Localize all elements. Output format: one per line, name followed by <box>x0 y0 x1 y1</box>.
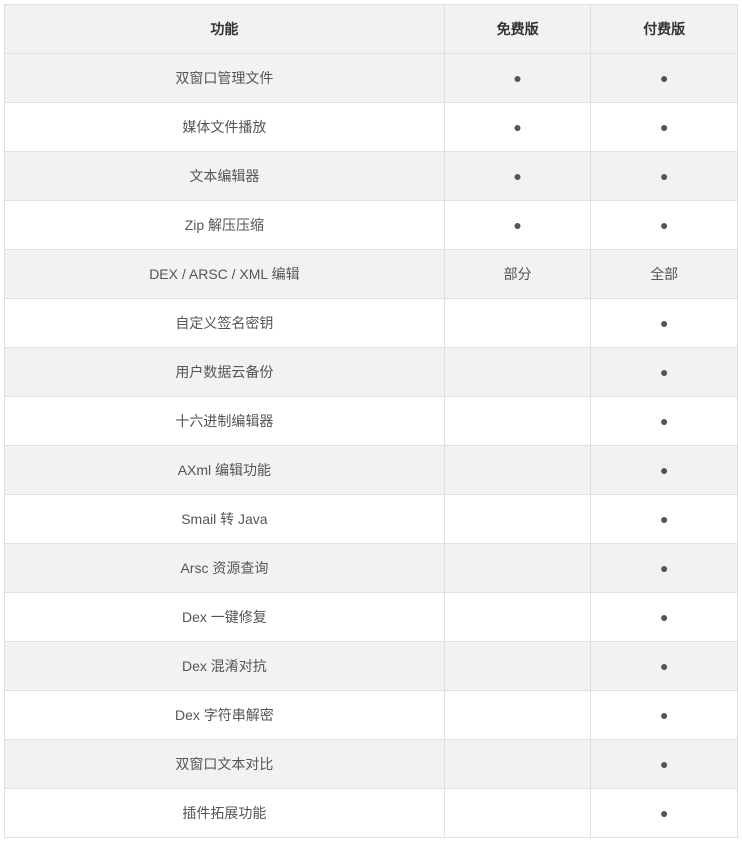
feature-cell: 双窗口管理文件 <box>5 54 445 103</box>
paid-cell: ● <box>591 593 738 642</box>
table-row: Dex 字符串解密 ● <box>5 691 738 740</box>
paid-cell: ● <box>591 103 738 152</box>
paid-cell: ● <box>591 397 738 446</box>
feature-cell: Dex 一键修复 <box>5 593 445 642</box>
feature-cell: 插件拓展功能 <box>5 789 445 838</box>
free-cell <box>444 495 591 544</box>
paid-cell: ● <box>591 691 738 740</box>
feature-cell: 媒体文件播放 <box>5 103 445 152</box>
free-cell <box>444 789 591 838</box>
header-feature: 功能 <box>5 5 445 54</box>
table-row: 用户数据云备份 ● <box>5 348 738 397</box>
free-cell: 部分 <box>444 250 591 299</box>
table-row: AXml 编辑功能 ● <box>5 446 738 495</box>
paid-cell: ● <box>591 152 738 201</box>
table-row: 插件拓展功能 ● <box>5 789 738 838</box>
free-cell <box>444 740 591 789</box>
feature-cell: 双窗口文本对比 <box>5 740 445 789</box>
header-paid: 付费版 <box>591 5 738 54</box>
table-row: Smail 转 Java ● <box>5 495 738 544</box>
free-cell: ● <box>444 201 591 250</box>
free-cell <box>444 691 591 740</box>
table-row: 双窗口文本对比 ● <box>5 740 738 789</box>
paid-cell: ● <box>591 201 738 250</box>
table-row: DEX / ARSC / XML 编辑部分全部 <box>5 250 738 299</box>
feature-cell: 文本编辑器 <box>5 152 445 201</box>
table-row: 文本编辑器●● <box>5 152 738 201</box>
feature-cell: DEX / ARSC / XML 编辑 <box>5 250 445 299</box>
table-row: 十六进制编辑器 ● <box>5 397 738 446</box>
paid-cell: ● <box>591 299 738 348</box>
paid-cell: ● <box>591 495 738 544</box>
free-cell: ● <box>444 54 591 103</box>
table-row: Dex 一键修复 ● <box>5 593 738 642</box>
paid-cell: ● <box>591 740 738 789</box>
feature-cell: Dex 字符串解密 <box>5 691 445 740</box>
feature-comparison-table: 功能 免费版 付费版 双窗口管理文件●●媒体文件播放●●文本编辑器●●Zip 解… <box>4 4 738 838</box>
table-row: Arsc 资源查询 ● <box>5 544 738 593</box>
feature-cell: Dex 混淆对抗 <box>5 642 445 691</box>
free-cell <box>444 348 591 397</box>
paid-cell: ● <box>591 544 738 593</box>
free-cell <box>444 642 591 691</box>
feature-cell: Arsc 资源查询 <box>5 544 445 593</box>
table-row: Dex 混淆对抗 ● <box>5 642 738 691</box>
paid-cell: ● <box>591 54 738 103</box>
free-cell <box>444 397 591 446</box>
free-cell: ● <box>444 103 591 152</box>
free-cell <box>444 446 591 495</box>
table-row: 自定义签名密钥 ● <box>5 299 738 348</box>
header-free: 免费版 <box>444 5 591 54</box>
feature-cell: Zip 解压压缩 <box>5 201 445 250</box>
feature-cell: 十六进制编辑器 <box>5 397 445 446</box>
paid-cell: ● <box>591 348 738 397</box>
free-cell <box>444 299 591 348</box>
feature-cell: AXml 编辑功能 <box>5 446 445 495</box>
free-cell: ● <box>444 152 591 201</box>
paid-cell: ● <box>591 642 738 691</box>
feature-cell: Smail 转 Java <box>5 495 445 544</box>
paid-cell: ● <box>591 789 738 838</box>
table-row: 媒体文件播放●● <box>5 103 738 152</box>
paid-cell: 全部 <box>591 250 738 299</box>
table-header-row: 功能 免费版 付费版 <box>5 5 738 54</box>
table-row: 双窗口管理文件●● <box>5 54 738 103</box>
feature-cell: 用户数据云备份 <box>5 348 445 397</box>
free-cell <box>444 544 591 593</box>
table-row: Zip 解压压缩●● <box>5 201 738 250</box>
feature-cell: 自定义签名密钥 <box>5 299 445 348</box>
paid-cell: ● <box>591 446 738 495</box>
free-cell <box>444 593 591 642</box>
